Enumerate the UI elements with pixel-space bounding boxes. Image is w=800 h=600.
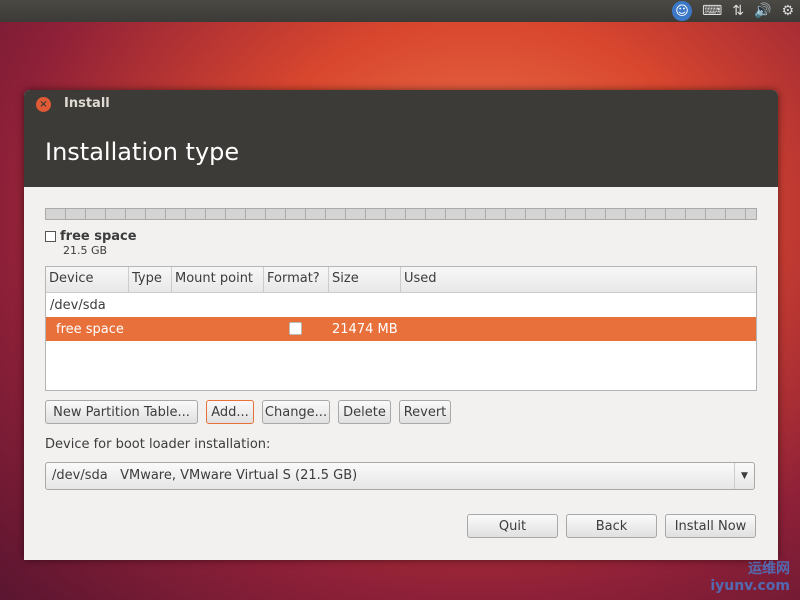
dropdown-arrow-icon[interactable]: ▼	[734, 463, 754, 489]
format-checkbox[interactable]	[289, 322, 302, 335]
quit-button[interactable]: Quit	[467, 514, 558, 538]
back-button[interactable]: Back	[566, 514, 657, 538]
add-button[interactable]: Add...	[206, 400, 254, 424]
top-panel: ☺ ⌨ ⇅ 🔊 ⚙	[0, 0, 800, 22]
table-row[interactable]: /dev/sda	[46, 293, 756, 317]
col-type[interactable]: Type	[129, 267, 172, 292]
bootloader-select[interactable]: /dev/sda VMware, VMware Virtual S (21.5 …	[45, 462, 755, 490]
col-size[interactable]: Size	[329, 267, 401, 292]
bootloader-value: /dev/sda VMware, VMware Virtual S (21.5 …	[52, 468, 358, 483]
page-title: Installation type	[45, 138, 240, 166]
legend-size: 21.5 GB	[63, 244, 108, 257]
col-device[interactable]: Device	[46, 267, 129, 292]
new-partition-table-button[interactable]: New Partition Table...	[45, 400, 198, 424]
window-title: Install	[64, 96, 110, 111]
table-header: Device Type Mount point Format? Size Use…	[46, 267, 756, 293]
install-window: × Install Installation type free space 2…	[24, 90, 778, 560]
row-device: free space	[56, 321, 124, 337]
row-size: 21474 MB	[332, 321, 398, 337]
watermark-site: iyunv.com	[710, 578, 790, 594]
legend-name: free space	[60, 229, 137, 244]
delete-button[interactable]: Delete	[338, 400, 391, 424]
watermark-logo: 运维网 iyunv.com	[710, 558, 790, 594]
window-header: × Install Installation type	[24, 90, 778, 187]
close-button[interactable]: ×	[36, 97, 51, 112]
row-device: /dev/sda	[50, 297, 106, 313]
keyboard-icon[interactable]: ⌨	[702, 3, 722, 19]
col-used[interactable]: Used	[401, 267, 756, 292]
bootloader-label: Device for boot loader installation:	[45, 437, 271, 452]
partition-table: Device Type Mount point Format? Size Use…	[45, 266, 757, 391]
watermark-cn: 运维网	[748, 561, 790, 577]
settings-gear-icon[interactable]: ⚙	[781, 3, 794, 19]
col-mount[interactable]: Mount point	[172, 267, 264, 292]
partition-legend: free space 21.5 GB	[45, 229, 137, 257]
col-format[interactable]: Format?	[264, 267, 329, 292]
accessibility-icon[interactable]: ☺	[672, 1, 693, 21]
network-icon[interactable]: ⇅	[732, 3, 744, 19]
install-now-button[interactable]: Install Now	[665, 514, 756, 538]
volume-icon[interactable]: 🔊	[754, 3, 771, 19]
table-row-selected[interactable]: free space 21474 MB	[46, 317, 756, 341]
change-button[interactable]: Change...	[262, 400, 330, 424]
revert-button[interactable]: Revert	[399, 400, 451, 424]
partition-bar	[45, 208, 757, 220]
legend-swatch	[45, 231, 56, 242]
